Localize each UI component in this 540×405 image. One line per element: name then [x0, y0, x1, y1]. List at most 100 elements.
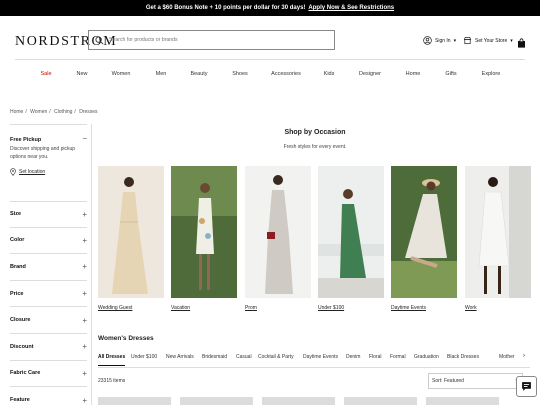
occasion-card-work[interactable]: Work [465, 166, 531, 311]
site-header: NORDSTROM Sign In ▾ Set Your Store ▾ 0 [0, 16, 540, 64]
tab-mother[interactable]: Mother [499, 354, 515, 360]
divider [15, 59, 525, 60]
divider [91, 124, 92, 405]
nav-sale[interactable]: Sale [40, 71, 51, 77]
product-tile[interactable] [426, 397, 499, 405]
occasion-image [391, 166, 457, 298]
search-icon [95, 35, 104, 44]
tab-daytime-events[interactable]: Daytime Events [303, 354, 338, 360]
occasion-card-under-100[interactable]: Under $100 [318, 166, 384, 311]
tab-floral[interactable]: Floral [369, 354, 382, 360]
nav-women[interactable]: Women [112, 71, 131, 77]
nav-accessories[interactable]: Accessories [271, 71, 301, 77]
facet-list: Size + Color + Brand + Price + Closure + Disc… [10, 201, 87, 405]
tab-casual[interactable]: Casual [236, 354, 252, 360]
tab-formal[interactable]: Formal [390, 354, 406, 360]
pickup-text: Discover shipping and pickup options nea… [10, 146, 76, 160]
facet-label: Price [10, 290, 24, 297]
sort-select[interactable]: Sort: Featured ▾ [428, 373, 523, 389]
active-tab-indicator [98, 365, 125, 366]
facet-size[interactable]: Size + [10, 201, 87, 228]
shopping-bag-button[interactable]: 0 [517, 35, 526, 48]
tab-black-dresses[interactable]: Black Dresses [447, 354, 479, 360]
product-tile[interactable] [262, 397, 335, 405]
plus-icon: + [82, 395, 87, 405]
facet-color[interactable]: Color + [10, 228, 87, 255]
tab-denim[interactable]: Denim [346, 354, 360, 360]
occasion-card-wedding-guest[interactable]: Wedding Guest [98, 166, 164, 311]
nav-home[interactable]: Home [406, 71, 421, 77]
facet-label: Brand [10, 263, 26, 270]
occasion-subtitle: Fresh styles for every event. [283, 144, 347, 150]
facet-label: Fabric Care [10, 370, 41, 377]
tab-all-dresses[interactable]: All Dresses [98, 354, 125, 360]
occasion-label: Prom [245, 305, 257, 311]
product-tile[interactable] [98, 397, 171, 405]
section-title: Women's Dresses [98, 335, 154, 342]
chat-button[interactable] [516, 376, 537, 397]
occasion-image [98, 166, 164, 298]
filter-sidebar: Free Pickup − Discover shipping and pick… [10, 124, 87, 176]
promo-text: Get a $60 Bonus Note + 10 points per dol… [145, 5, 306, 11]
nav-men[interactable]: Men [156, 71, 167, 77]
facet-label: Size [10, 211, 22, 218]
free-pickup-label: Free Pickup [10, 137, 42, 143]
nav-explore[interactable]: Explore [482, 71, 501, 77]
tab-bridesmaid[interactable]: Bridesmaid [202, 354, 227, 360]
tab-cocktail-party[interactable]: Cocktail & Party [258, 354, 294, 360]
tab-new-arrivals[interactable]: New Arrivals [166, 354, 194, 360]
plus-icon: + [82, 342, 87, 352]
promo-link[interactable]: Apply Now & See Restrictions [308, 5, 394, 11]
occasion-label: Vacation [171, 305, 191, 311]
store-label: Set Your Store [475, 37, 508, 44]
store-link[interactable]: Set Your Store ▾ [463, 36, 513, 45]
dress-category-tabs: All Dresses Under $100 New Arrivals Brid… [98, 354, 518, 366]
occasion-title: Shop by Occasion [284, 129, 346, 136]
facet-fabric-care[interactable]: Fabric Care + [10, 361, 87, 388]
promo-bar: Get a $60 Bonus Note + 10 points per dol… [0, 0, 540, 16]
search-input[interactable] [109, 37, 319, 43]
store-icon [463, 36, 472, 45]
breadcrumb-home[interactable]: Home [10, 109, 23, 115]
nav-designer[interactable]: Designer [359, 71, 381, 77]
nav-gifts[interactable]: Gifts [445, 71, 456, 77]
facet-feature[interactable]: Feature + [10, 387, 87, 405]
chevron-down-icon: ▾ [510, 37, 513, 44]
product-tile[interactable] [344, 397, 417, 405]
nav-beauty[interactable]: Beauty [190, 71, 207, 77]
facet-label: Color [10, 237, 25, 244]
plus-icon: + [82, 315, 87, 325]
occasion-image [245, 166, 311, 298]
facet-brand[interactable]: Brand + [10, 254, 87, 281]
occasion-label: Under $100 [318, 305, 345, 311]
free-pickup-toggle[interactable]: Free Pickup − [10, 124, 87, 143]
breadcrumb: Home / Women / Clothing / Dresses [10, 109, 98, 115]
breadcrumb-women[interactable]: Women [30, 109, 47, 115]
facet-closure[interactable]: Closure + [10, 307, 87, 334]
product-tile[interactable] [180, 397, 253, 405]
facet-label: Closure [10, 317, 31, 324]
occasion-card-prom[interactable]: Prom [245, 166, 311, 311]
user-icon [423, 36, 432, 45]
occasion-card-vacation[interactable]: Vacation [171, 166, 237, 311]
plus-icon: + [82, 289, 87, 299]
set-location-label: Set location [19, 169, 46, 175]
tab-graduation[interactable]: Graduation [414, 354, 439, 360]
breadcrumb-clothing[interactable]: Clothing [54, 109, 72, 115]
chevron-down-icon: ▾ [453, 37, 457, 44]
sign-in-link[interactable]: Sign In ▾ [423, 36, 456, 45]
chevron-right-icon[interactable]: › [523, 353, 525, 359]
breadcrumb-dresses: Dresses [79, 109, 98, 115]
search-box[interactable] [88, 30, 335, 50]
facet-discount[interactable]: Discount + [10, 334, 87, 361]
nav-shoes[interactable]: Shoes [232, 71, 248, 77]
minus-icon: − [82, 134, 87, 143]
facet-label: Discount [10, 343, 34, 350]
nav-new[interactable]: New [76, 71, 87, 77]
set-location-link[interactable]: Set location [10, 168, 87, 176]
occasion-card-daytime-events[interactable]: Daytime Events [391, 166, 457, 311]
sign-in-label: Sign In [435, 37, 451, 44]
nav-kids[interactable]: Kids [324, 71, 335, 77]
facet-price[interactable]: Price + [10, 281, 87, 308]
tab-under-100[interactable]: Under $100 [131, 354, 157, 360]
